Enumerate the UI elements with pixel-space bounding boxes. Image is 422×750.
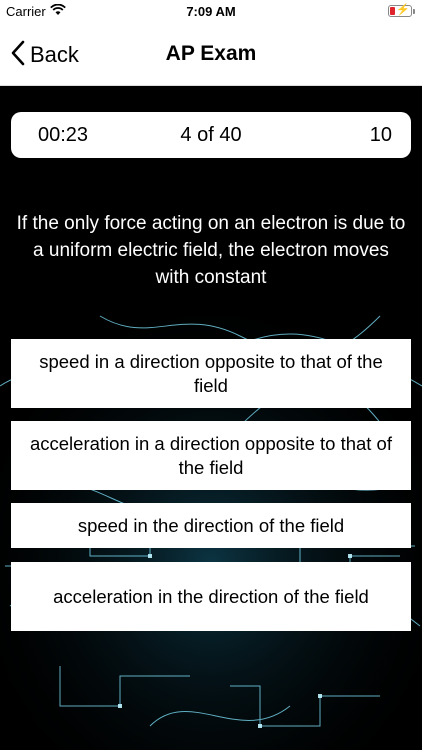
answer-label: acceleration in a direction opposite to … (29, 432, 392, 478)
status-time: 7:09 AM (186, 4, 236, 19)
status-bar: Carrier 7:09 AM ⚡ (0, 0, 422, 24)
battery-charging-icon: ⚡ (388, 4, 415, 17)
score-card: 00:23 4 of 40 10 (11, 112, 411, 158)
answer-label: speed in the direction of the field (77, 514, 345, 536)
nav-bar: Back AP Exam (0, 24, 422, 86)
answer-label: speed in a direction opposite to that of… (39, 350, 383, 396)
answer-option-3[interactable]: speed in the direction of the field (11, 503, 411, 548)
answer-option-1[interactable]: speed in a direction opposite to that of… (11, 339, 411, 408)
score: 10 (369, 124, 392, 146)
answer-label: acceleration in the direction of the fie… (53, 585, 369, 607)
question-progress: 4 of 40 (180, 124, 242, 146)
circuit-background-image (0, 86, 422, 750)
answer-option-4[interactable]: acceleration in the direction of the fie… (11, 562, 411, 631)
question-text: If the only force acting on an electron … (16, 213, 406, 288)
answer-option-2[interactable]: acceleration in a direction opposite to … (11, 421, 411, 490)
page-title: AP Exam (165, 42, 257, 65)
